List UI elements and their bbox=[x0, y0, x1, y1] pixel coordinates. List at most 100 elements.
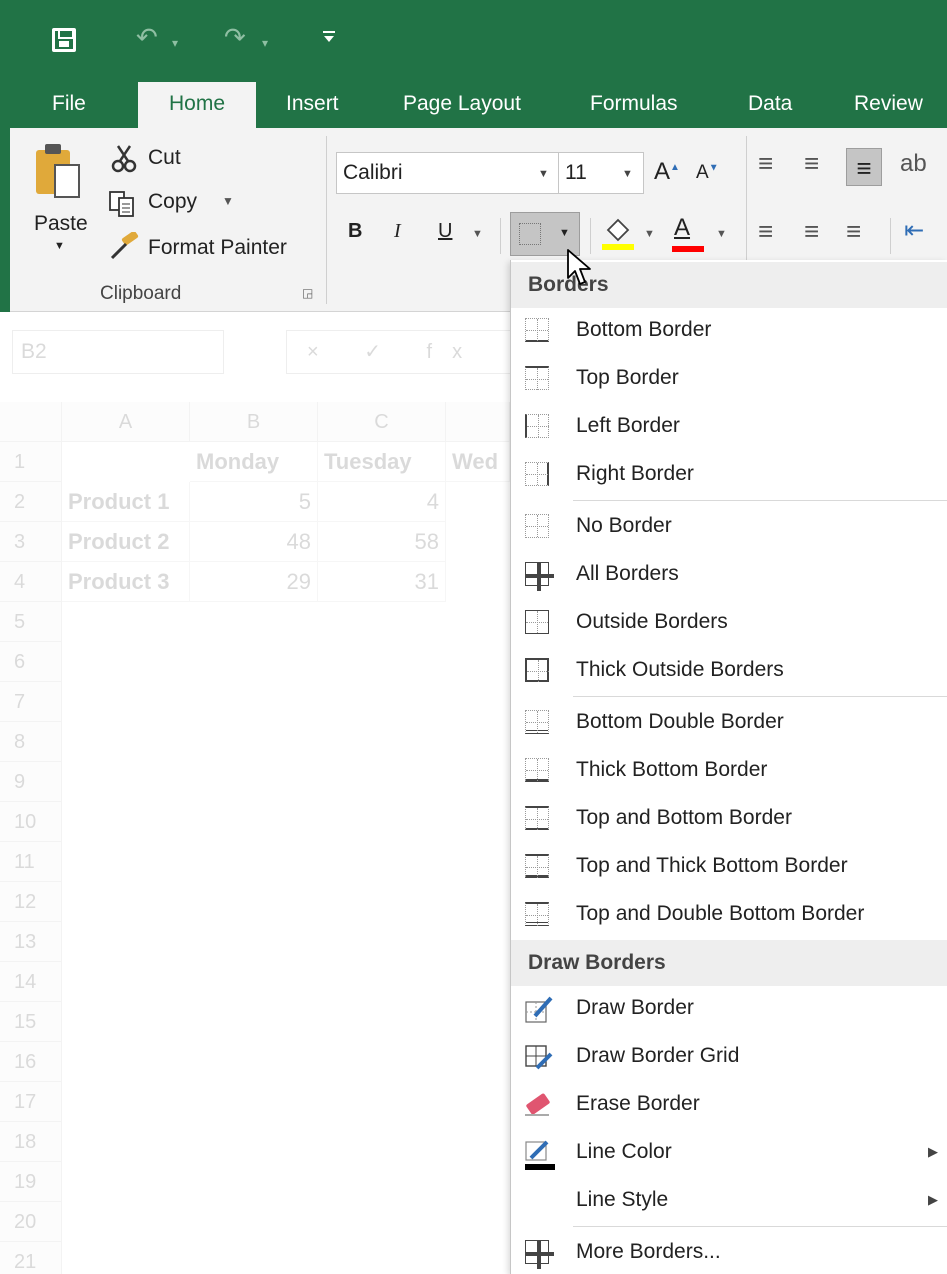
menu-item-bottom-border[interactable]: Bottom Border bbox=[511, 306, 947, 354]
column-header-a[interactable]: A bbox=[62, 402, 190, 442]
cell-b3[interactable]: 48 bbox=[190, 522, 318, 562]
tab-formulas[interactable]: Formulas bbox=[576, 82, 692, 128]
menu-item-right-border[interactable]: Right Border bbox=[511, 450, 947, 498]
row-header[interactable]: 14 bbox=[0, 962, 62, 1002]
menu-item-line-color[interactable]: Line Color ▶ bbox=[511, 1128, 947, 1176]
menu-item-outside-borders[interactable]: Outside Borders bbox=[511, 598, 947, 646]
copy-icon[interactable] bbox=[108, 190, 138, 224]
font-color-dropdown-icon[interactable]: ▼ bbox=[716, 228, 727, 240]
paste-button[interactable]: Paste bbox=[34, 212, 88, 236]
row-header[interactable]: 6 bbox=[0, 642, 62, 682]
cell-c4[interactable]: 31 bbox=[318, 562, 446, 602]
format-painter-icon[interactable] bbox=[108, 230, 142, 268]
grow-font-button[interactable]: A▲ bbox=[654, 158, 680, 186]
italic-button[interactable]: I bbox=[394, 220, 401, 243]
cell-b2[interactable]: 5 bbox=[190, 482, 318, 522]
menu-item-top-double-bottom-border[interactable]: Top and Double Bottom Border bbox=[511, 890, 947, 938]
menu-item-more-borders[interactable]: More Borders... bbox=[511, 1228, 947, 1274]
align-right-icon[interactable]: ≡ bbox=[846, 216, 861, 247]
row-header[interactable]: 10 bbox=[0, 802, 62, 842]
column-header-d[interactable] bbox=[446, 402, 510, 442]
menu-item-top-border[interactable]: Top Border bbox=[511, 354, 947, 402]
customize-qat-icon[interactable] bbox=[322, 30, 336, 49]
column-header-b[interactable]: B bbox=[190, 402, 318, 442]
row-header[interactable]: 21 bbox=[0, 1242, 62, 1274]
tab-home[interactable]: Home bbox=[138, 82, 256, 128]
menu-item-erase-border[interactable]: Erase Border bbox=[511, 1080, 947, 1128]
tab-insert[interactable]: Insert bbox=[272, 82, 353, 128]
cell-a4[interactable]: Product 3 bbox=[62, 562, 190, 602]
menu-item-all-borders[interactable]: All Borders bbox=[511, 550, 947, 598]
column-header-c[interactable]: C bbox=[318, 402, 446, 442]
font-name-box[interactable]: Calibri bbox=[336, 152, 562, 194]
font-name-dropdown-icon[interactable]: ▼ bbox=[538, 168, 549, 180]
menu-item-top-thick-bottom-border[interactable]: Top and Thick Bottom Border bbox=[511, 842, 947, 890]
tab-review[interactable]: Review bbox=[840, 82, 937, 128]
menu-item-draw-border-grid[interactable]: Draw Border Grid bbox=[511, 1032, 947, 1080]
bottom-align-icon[interactable]: ≡ bbox=[846, 148, 882, 186]
menu-item-thick-bottom-border[interactable]: Thick Bottom Border bbox=[511, 746, 947, 794]
top-align-icon[interactable]: ≡ bbox=[758, 148, 781, 179]
row-header[interactable]: 3 bbox=[0, 522, 62, 562]
row-header[interactable]: 16 bbox=[0, 1042, 62, 1082]
tab-file[interactable]: File bbox=[38, 82, 100, 128]
underline-dropdown-icon[interactable]: ▼ bbox=[472, 228, 483, 240]
row-header[interactable]: 20 bbox=[0, 1202, 62, 1242]
shrink-font-button[interactable]: A▼ bbox=[696, 162, 719, 184]
cell-c2[interactable]: 4 bbox=[318, 482, 446, 522]
row-header[interactable]: 1 bbox=[0, 442, 62, 482]
redo-icon[interactable]: ↷ bbox=[224, 22, 246, 53]
bold-button[interactable]: B bbox=[348, 220, 362, 243]
menu-item-left-border[interactable]: Left Border bbox=[511, 402, 947, 450]
tab-page-layout[interactable]: Page Layout bbox=[389, 82, 535, 128]
menu-item-thick-outside-borders[interactable]: Thick Outside Borders bbox=[511, 646, 947, 694]
orientation-icon[interactable]: ab bbox=[900, 150, 927, 178]
menu-item-bottom-double-border[interactable]: Bottom Double Border bbox=[511, 698, 947, 746]
clipboard-launcher-icon[interactable]: ◲ bbox=[302, 286, 313, 300]
cell-a2[interactable]: Product 1 bbox=[62, 482, 190, 522]
redo-dropdown-icon[interactable]: ▾ bbox=[262, 36, 268, 50]
cell-b1[interactable]: Monday bbox=[190, 442, 318, 482]
middle-align-icon[interactable]: ≡ bbox=[804, 148, 819, 179]
row-header[interactable]: 19 bbox=[0, 1162, 62, 1202]
font-color-button[interactable]: A bbox=[674, 214, 690, 242]
menu-item-no-border[interactable]: No Border bbox=[511, 502, 947, 550]
row-header[interactable]: 8 bbox=[0, 722, 62, 762]
format-painter-button[interactable]: Format Painter bbox=[148, 236, 287, 260]
borders-dropdown-icon[interactable]: ▼ bbox=[559, 227, 570, 239]
row-header[interactable]: 5 bbox=[0, 602, 62, 642]
underline-button[interactable]: U bbox=[438, 220, 452, 243]
copy-dropdown-icon[interactable]: ▼ bbox=[222, 194, 234, 208]
name-box[interactable]: B2 bbox=[12, 330, 224, 374]
paste-icon[interactable] bbox=[36, 142, 82, 202]
cell-c1[interactable]: Tuesday bbox=[318, 442, 446, 482]
cell-a3[interactable]: Product 2 bbox=[62, 522, 190, 562]
row-header[interactable]: 9 bbox=[0, 762, 62, 802]
undo-dropdown-icon[interactable]: ▾ bbox=[172, 36, 178, 50]
fill-color-dropdown-icon[interactable]: ▼ bbox=[644, 228, 655, 240]
copy-button[interactable]: Copy bbox=[148, 190, 197, 214]
cut-button[interactable]: Cut bbox=[148, 146, 181, 170]
row-header[interactable]: 15 bbox=[0, 1002, 62, 1042]
cell-b4[interactable]: 29 bbox=[190, 562, 318, 602]
row-header[interactable]: 18 bbox=[0, 1122, 62, 1162]
align-left-icon[interactable]: ≡ bbox=[758, 216, 773, 247]
select-all-corner[interactable] bbox=[0, 402, 62, 442]
row-header[interactable]: 12 bbox=[0, 882, 62, 922]
row-header[interactable]: 13 bbox=[0, 922, 62, 962]
menu-item-draw-border[interactable]: Draw Border bbox=[511, 984, 947, 1032]
font-size-dropdown-icon[interactable]: ▼ bbox=[622, 168, 633, 180]
row-header[interactable]: 2 bbox=[0, 482, 62, 522]
decrease-indent-icon[interactable]: ⇤ bbox=[904, 216, 924, 245]
fill-color-icon[interactable] bbox=[602, 216, 634, 256]
paste-dropdown-icon[interactable]: ▼ bbox=[54, 240, 65, 252]
row-header[interactable]: 17 bbox=[0, 1082, 62, 1122]
tab-data[interactable]: Data bbox=[734, 82, 806, 128]
row-header[interactable]: 4 bbox=[0, 562, 62, 602]
menu-item-line-style[interactable]: Line Style ▶ bbox=[511, 1176, 947, 1224]
row-header[interactable]: 7 bbox=[0, 682, 62, 722]
cut-icon[interactable] bbox=[110, 144, 140, 180]
menu-item-top-bottom-border[interactable]: Top and Bottom Border bbox=[511, 794, 947, 842]
cell-c3[interactable]: 58 bbox=[318, 522, 446, 562]
row-header[interactable]: 11 bbox=[0, 842, 62, 882]
